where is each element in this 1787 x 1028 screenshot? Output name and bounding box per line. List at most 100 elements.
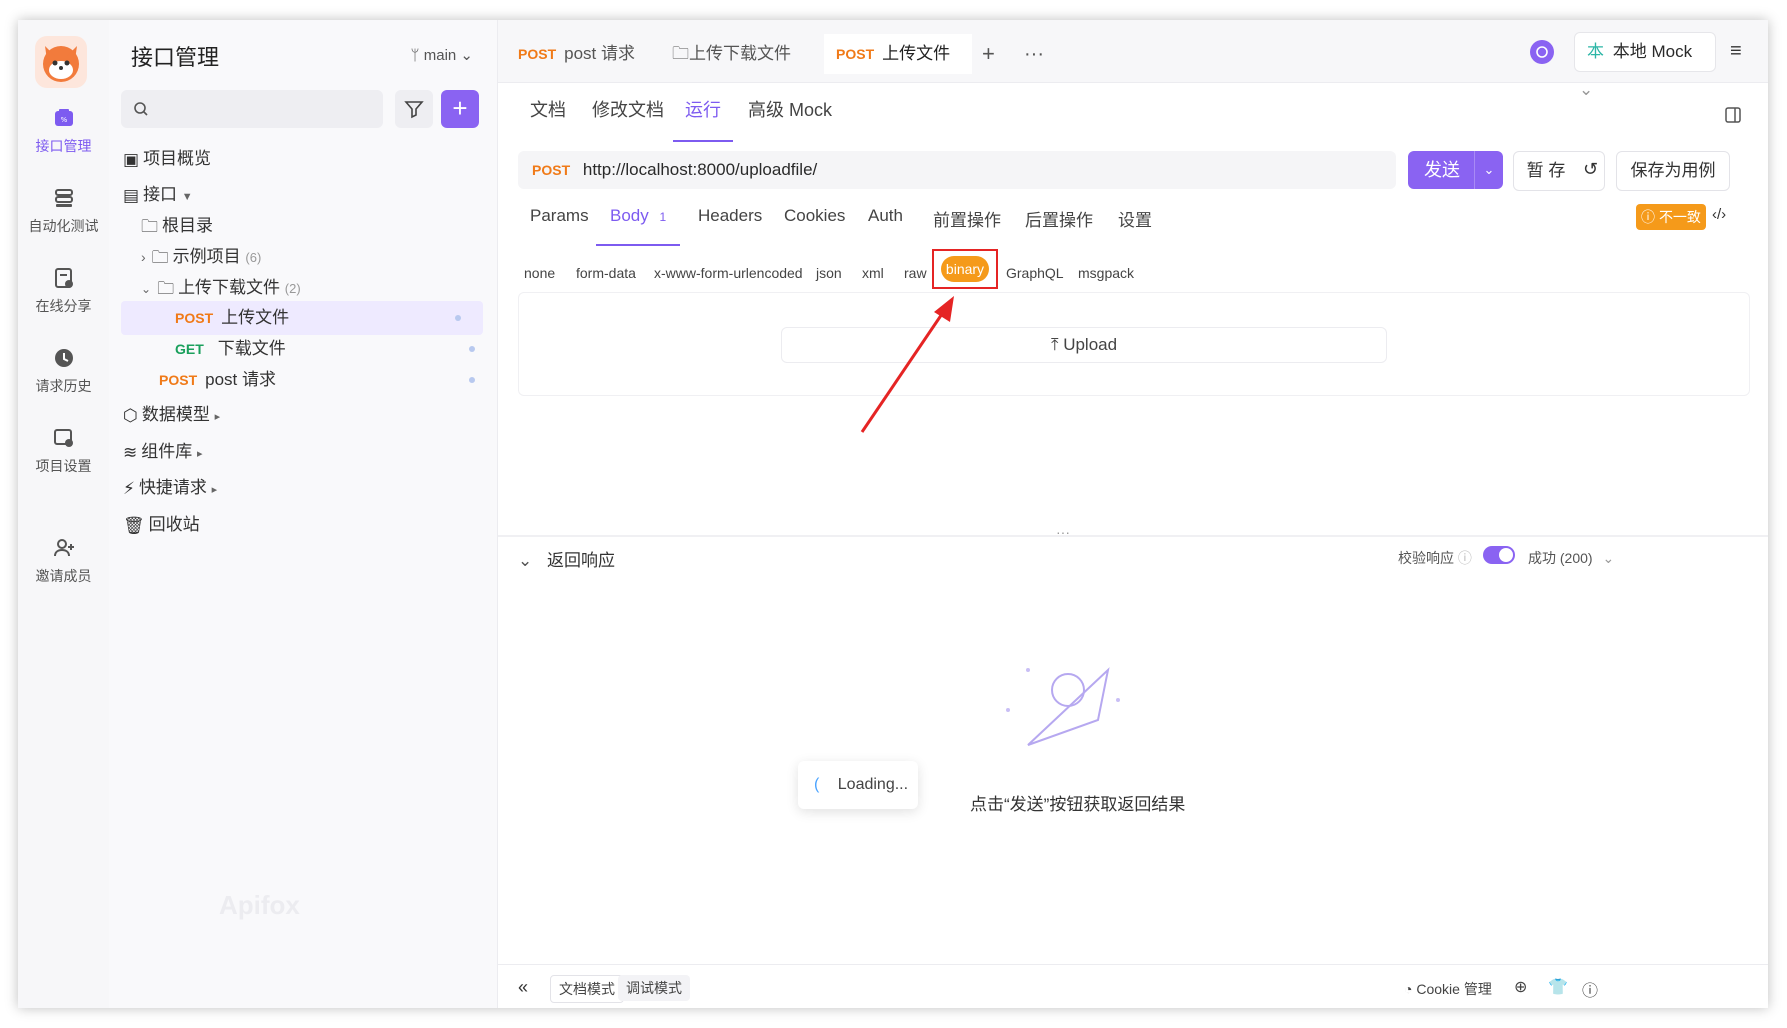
rail-item-settings[interactable]: 项目设置 [18, 426, 109, 476]
rocket-illustration [1006, 667, 1120, 746]
body-type-raw[interactable]: raw [904, 265, 927, 281]
body-type-graphql[interactable]: GraphQL [1006, 265, 1064, 281]
cookie-manager-button[interactable]: ◔ Cookie 管理 [1404, 979, 1492, 999]
response-status-selector[interactable]: 成功 (200) ⌄ [1528, 548, 1614, 568]
tree-item-sample-project[interactable]: › 🗀 示例项目 (6) [109, 240, 497, 274]
layout-toggle-button[interactable] [1724, 106, 1742, 129]
tree-label: 上传下载文件 [178, 278, 281, 297]
rail-item-api[interactable]: % 接口管理 [18, 106, 109, 156]
new-tab-button[interactable]: + [970, 34, 1007, 74]
bottom-bar: « 文档模式 调试模式 ◔ Cookie 管理 ⊕ 👕 ⓘ [498, 964, 1768, 1008]
rail-item-history[interactable]: 请求历史 [18, 346, 109, 396]
tree-label: 项目概览 [143, 149, 212, 168]
add-button[interactable]: + [441, 90, 479, 128]
tree-item-download-file[interactable]: GET 下载文件 [109, 332, 497, 366]
tree-item-trash[interactable]: 🗑 回收站 [109, 508, 497, 542]
sidebar: 接口管理 ᛘ main ⌄ + ▣ 项目概览 ▤ 接口 ▼ 🗀 根目录 › 🗀 示例项目 … [109, 20, 498, 1008]
theme-button[interactable]: 👕 [1548, 977, 1568, 997]
rail-item-share[interactable]: 在线分享 [18, 266, 109, 316]
method-badge[interactable]: POST [532, 162, 570, 178]
mismatch-label: 不一致 [1658, 209, 1701, 225]
send-dropdown[interactable]: ⌄ [1474, 151, 1503, 189]
chevron-down-icon: ⌄ [1579, 80, 1594, 99]
environment-selector[interactable]: 本 本地 Mock ⌄ [1574, 32, 1716, 99]
more-icon: ··· [1024, 43, 1044, 65]
validate-label: 校验响应 [1398, 550, 1454, 566]
pane-divider[interactable] [498, 535, 1768, 537]
param-tab-headers[interactable]: Headers [698, 206, 762, 244]
branch-name: main [423, 47, 457, 64]
caret-right-icon: ▸ [211, 484, 218, 496]
param-tab-cookies[interactable]: Cookies [784, 206, 845, 244]
more-tabs-button[interactable]: ··· [1012, 34, 1056, 74]
subtab-run[interactable]: 运行 [673, 96, 733, 142]
tree-item-upload-file[interactable]: POST 上传文件 [121, 301, 483, 335]
api-icon: % [54, 109, 73, 126]
validate-toggle[interactable] [1483, 546, 1515, 564]
tree-item-quick-request[interactable]: ⚡ 快捷请求 ▸ [109, 471, 497, 505]
tree-item-api[interactable]: ▤ 接口 ▼ [109, 178, 497, 212]
param-tab-body[interactable]: Body 1 [596, 206, 681, 246]
param-tab-post[interactable]: 后置操作 [1025, 206, 1093, 244]
code-button[interactable]: ‹/› [1712, 206, 1726, 223]
body-type-form-data[interactable]: form-data [576, 265, 636, 281]
save-case-button[interactable]: 保存为用例 [1616, 151, 1730, 191]
response-header[interactable]: ⌄ 返回响应 [518, 546, 615, 571]
reset-button[interactable]: ↺ [1583, 159, 1598, 180]
count-badge: 1 [659, 210, 667, 224]
collapse-button[interactable]: « [518, 977, 528, 998]
folder-icon: 🗀 [141, 216, 158, 236]
param-tab-params[interactable]: Params [530, 206, 589, 244]
tree-item-overview[interactable]: ▣ 项目概览 [109, 142, 497, 176]
tree-item-data-model[interactable]: ⬡ 数据模型 ▸ [109, 398, 497, 432]
app-logo [35, 36, 87, 88]
tree-label: 上传文件 [221, 308, 290, 327]
body-type-none[interactable]: none [524, 265, 555, 281]
body-type-xml[interactable]: xml [862, 265, 884, 281]
tree-item-post-request[interactable]: POST post 请求 [109, 363, 497, 397]
tree-item-upload-download[interactable]: ⌄ 🗀 上传下载文件 (2) [109, 271, 497, 305]
body-type-urlencoded[interactable]: x-www-form-urlencoded [654, 265, 803, 281]
tree-item-components[interactable]: ≋ 组件库 ▸ [109, 435, 497, 469]
tab-upload-file[interactable]: POST 上传文件 [824, 34, 972, 74]
upload-label: Upload [1063, 335, 1118, 354]
sync-button[interactable] [1530, 40, 1554, 64]
upload-status-button[interactable]: ⊕ [1514, 977, 1527, 997]
cookie-icon: ◔ [1404, 981, 1413, 997]
caret-down-icon: ▼ [181, 191, 193, 203]
rail-item-test[interactable]: 自动化测试 [18, 186, 109, 236]
param-tab-settings[interactable]: 设置 [1118, 206, 1152, 244]
tree-label: 回收站 [148, 515, 200, 534]
tab-label: Body [610, 206, 649, 225]
tab-label: 上传下载文件 [689, 44, 791, 63]
body-type-msgpack[interactable]: msgpack [1078, 265, 1134, 281]
method-badge: POST [518, 46, 557, 62]
drag-handle[interactable]: ··· [1056, 524, 1070, 540]
tree-item-root[interactable]: 🗀 根目录 [109, 209, 497, 243]
tab-bar: POST post 请求 🗀上传下载文件 POST 上传文件 + ··· 本 本地 … [498, 20, 1768, 99]
url-input[interactable]: POST http://localhost:8000/uploadfile/ [518, 151, 1396, 189]
filter-button[interactable] [395, 90, 433, 128]
send-button[interactable]: 发送 ⌄ [1408, 151, 1503, 189]
search-input[interactable] [121, 90, 383, 128]
plus-icon: + [452, 93, 468, 123]
rail-item-invite[interactable]: 邀请成员 [18, 536, 109, 586]
body-type-json[interactable]: json [816, 265, 842, 281]
subtab-doc[interactable]: 文档 [530, 96, 566, 140]
subtab-edit-doc[interactable]: 修改文档 [592, 96, 664, 140]
tab-upload-download[interactable]: 🗀上传下载文件 [660, 34, 803, 74]
mismatch-badge[interactable]: ⓘ 不一致 [1636, 204, 1706, 230]
subtab-advanced-mock[interactable]: 高级 Mock [748, 96, 832, 140]
app-window: % 接口管理 自动化测试 在线分享 请求历史 项目设置 邀请成员 接口管理 ᛘ … [18, 20, 1768, 1008]
api-folder-icon: ▤ [123, 185, 140, 205]
help-button[interactable]: ⓘ [1582, 977, 1598, 1001]
param-tab-auth[interactable]: Auth [868, 206, 903, 244]
filter-icon [404, 101, 424, 119]
param-tab-pre[interactable]: 前置操作 [933, 206, 1001, 244]
debug-mode-button[interactable]: 调试模式 [618, 975, 690, 1001]
tab-label: 上传文件 [882, 44, 951, 63]
tab-post-request[interactable]: POST post 请求 [506, 34, 647, 74]
branch-selector[interactable]: ᛘ main ⌄ [411, 46, 473, 64]
menu-button[interactable]: ≡ [1730, 40, 1742, 63]
doc-mode-button[interactable]: 文档模式 [550, 975, 624, 1003]
